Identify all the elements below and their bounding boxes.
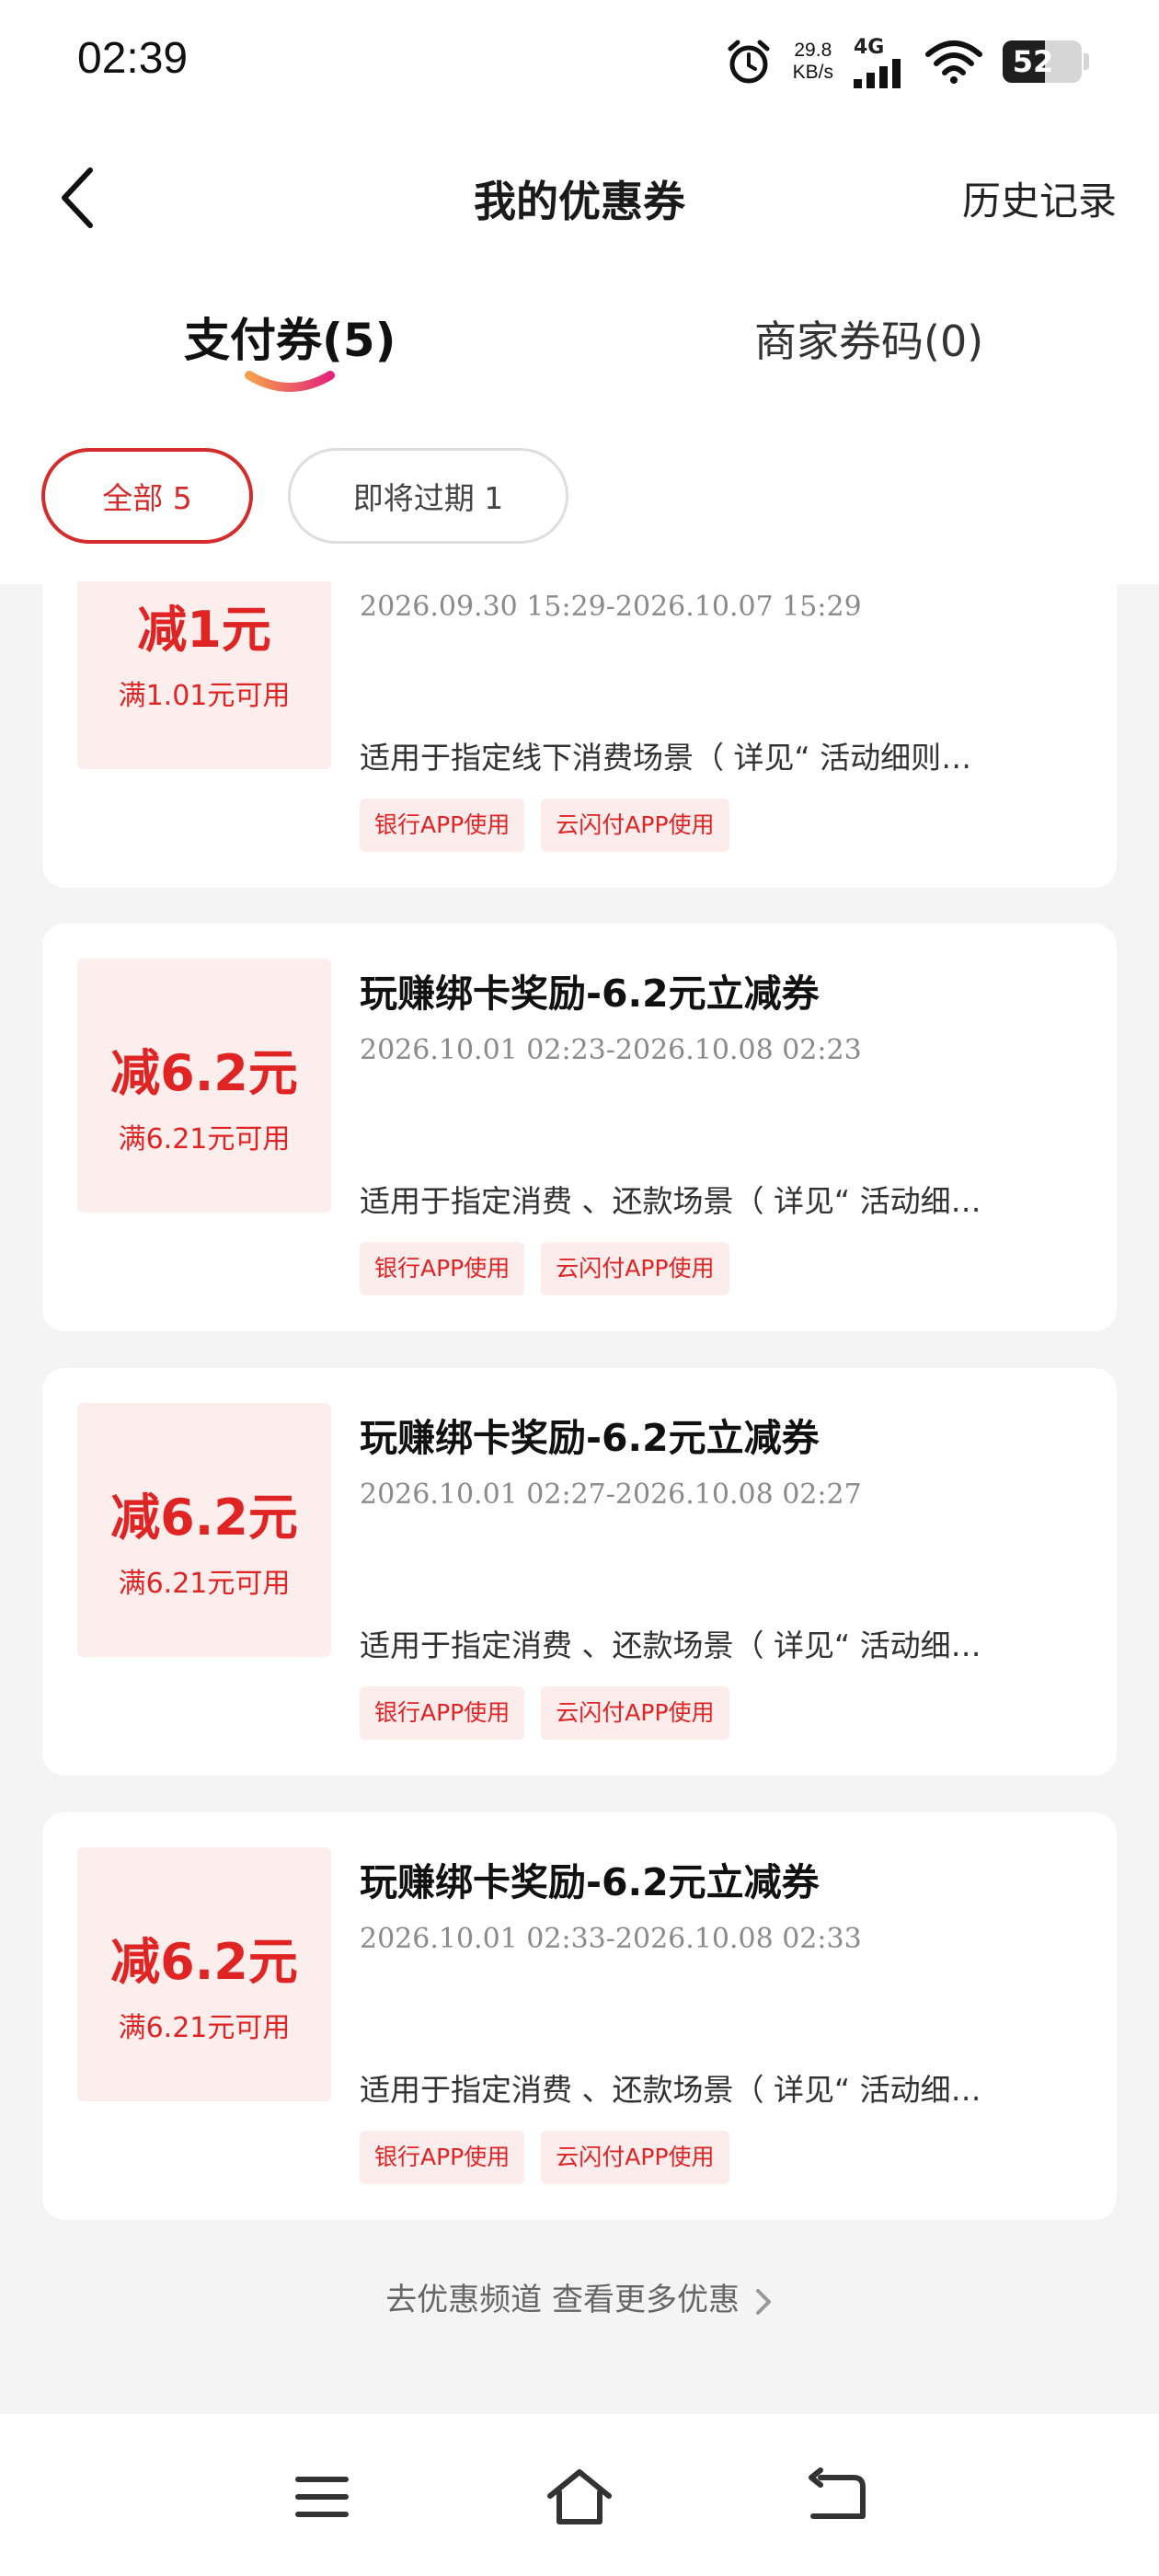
chevron-right-icon [755,2288,771,2315]
home-icon[interactable] [543,2465,616,2529]
back-icon[interactable] [800,2465,874,2529]
coupon-threshold: 满6.21元可用 [118,2012,291,2044]
signal-icon [854,58,901,88]
network-speed: 29.8 KB/s [793,40,833,84]
filter-all[interactable]: 全部 5 [41,448,253,544]
coupon-tag: 云闪付APP使用 [541,1686,729,1740]
tab-active-indicator [245,371,335,392]
wifi-icon [925,40,982,84]
coupon-validity: 2026.10.01 02:33-2026.10.08 02:33 [360,1923,862,1955]
filter-expiring[interactable]: 即将过期 1 [288,448,568,544]
more-offers-label: 去优惠频道 查看更多优惠 [385,2282,740,2318]
coupon-validity: 2026.09.30 15:29-2026.10.07 15:29 [360,591,862,623]
coupon-card[interactable]: 减6.2元 满6.21元可用 玩赚绑卡奖励-6.2元立减券 2026.10.01… [42,1368,1117,1776]
cellular-indicator: 4G [854,36,905,88]
coupon-threshold: 满6.21元可用 [118,1568,291,1600]
coupon-amount: 减6.2元 [110,1489,298,1547]
coupon-tags: 银行APP使用 云闪付APP使用 [360,1686,729,1740]
coupon-amount-box: 减1元 满1.01元可用 [77,581,331,769]
coupon-validity: 2026.10.01 02:23-2026.10.08 02:23 [360,1034,862,1066]
network-type: 4G [854,35,885,59]
speed-value: 29.8 [794,40,832,61]
menu-icon[interactable] [285,2465,359,2529]
coupon-list[interactable]: 减1元 满1.01元可用 2026.09.30 15:29-2026.10.07… [0,581,1159,2414]
coupon-tags: 银行APP使用 云闪付APP使用 [360,2131,729,2184]
coupon-threshold: 满1.01元可用 [118,680,291,712]
tab-merchant-codes[interactable]: 商家券码(0) [754,308,983,369]
coupon-amount: 减1元 [137,601,271,659]
coupon-tags: 银行APP使用 云闪付APP使用 [360,799,729,852]
more-offers-link[interactable]: 去优惠频道 查看更多优惠 [0,2274,1159,2319]
coupon-amount-box: 减6.2元 满6.21元可用 [77,1403,331,1657]
status-icons: 29.8 KB/s 4G 52 [725,29,1089,94]
coupon-title: 玩赚绑卡奖励-6.2元立减券 [360,972,820,1016]
coupon-card[interactable]: 减1元 满1.01元可用 2026.09.30 15:29-2026.10.07… [42,581,1117,888]
battery-level: 52 [1012,44,1054,79]
coupon-title: 玩赚绑卡奖励-6.2元立减券 [360,1860,820,1904]
coupon-description: 适用于指定消费 、还款场景（ 详见“ 活动细… [360,2072,981,2108]
alarm-icon [728,40,770,84]
coupon-tag: 银行APP使用 [360,799,525,852]
speed-unit: KB/s [792,62,833,83]
coupon-validity: 2026.10.01 02:27-2026.10.08 02:27 [360,1478,862,1511]
coupon-tags: 银行APP使用 云闪付APP使用 [360,1242,729,1295]
coupon-threshold: 满6.21元可用 [118,1123,291,1156]
coupon-tag: 云闪付APP使用 [541,2131,729,2184]
system-nav-bar [0,2414,1159,2576]
coupon-description: 适用于指定消费 、还款场景（ 详见“ 活动细… [360,1183,981,1219]
coupon-description: 适用于指定消费 、还款场景（ 详见“ 活动细… [360,1627,981,1663]
status-bar: 02:39 29.8 KB/s 4G 52 [0,0,1159,124]
coupon-tag: 银行APP使用 [360,1686,525,1740]
coupon-title: 玩赚绑卡奖励-6.2元立减券 [360,1416,820,1460]
coupon-amount-box: 减6.2元 满6.21元可用 [77,1847,331,2101]
coupon-amount: 减6.2元 [110,1044,298,1102]
coupon-tag: 云闪付APP使用 [541,799,729,852]
coupon-amount: 减6.2元 [110,1933,298,1991]
coupon-tag: 银行APP使用 [360,2131,525,2184]
coupon-tag: 云闪付APP使用 [541,1242,729,1295]
coupon-card[interactable]: 减6.2元 满6.21元可用 玩赚绑卡奖励-6.2元立减券 2026.10.01… [42,924,1117,1331]
tab-pay-coupons[interactable]: 支付券(5) [184,304,396,370]
status-time: 02:39 [77,34,189,83]
battery-indicator: 52 [1003,40,1089,83]
coupon-card[interactable]: 减6.2元 满6.21元可用 玩赚绑卡奖励-6.2元立减券 2026.10.01… [42,1812,1117,2220]
coupon-tag: 银行APP使用 [360,1242,525,1295]
coupon-description: 适用于指定线下消费场景（ 详见“ 活动细则… [360,740,972,776]
history-button[interactable]: 历史记录 [962,170,1117,226]
coupon-amount-box: 减6.2元 满6.21元可用 [77,959,331,1213]
